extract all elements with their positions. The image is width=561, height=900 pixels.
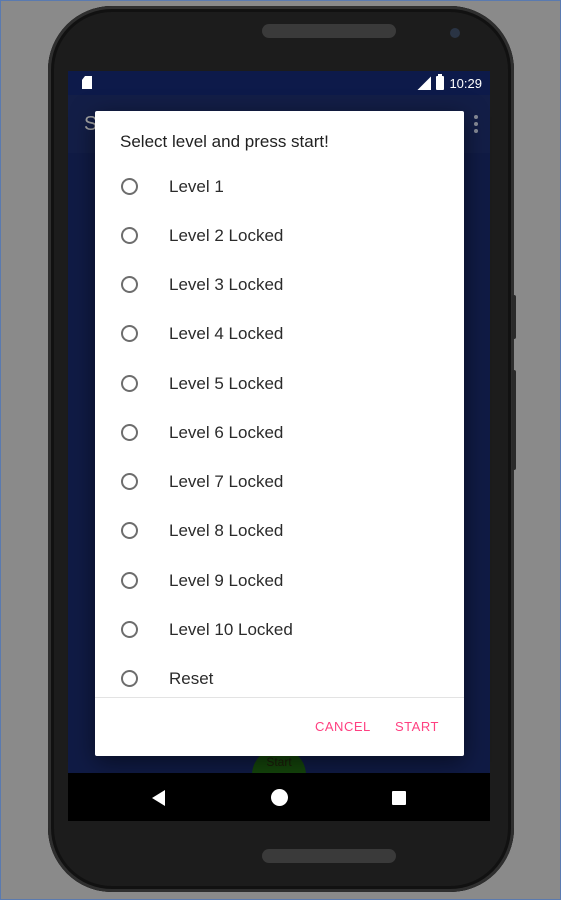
radio-option[interactable]: Level 1 xyxy=(95,163,464,212)
radio-option[interactable]: Level 8 Locked xyxy=(95,507,464,556)
radio-button[interactable] xyxy=(121,473,138,490)
radio-option[interactable]: Reset xyxy=(95,655,464,697)
radio-button[interactable] xyxy=(121,375,138,392)
option-label: Level 8 Locked xyxy=(169,521,284,540)
battery-icon xyxy=(436,74,445,90)
radio-button[interactable] xyxy=(121,670,138,687)
radio-option[interactable]: Level 4 Locked xyxy=(95,310,464,359)
start-button[interactable]: START xyxy=(395,719,439,734)
dialog-title: Select level and press start! xyxy=(120,132,329,151)
radio-button[interactable] xyxy=(121,572,138,589)
radio-button[interactable] xyxy=(121,178,138,195)
radio-option[interactable]: Level 10 Locked xyxy=(95,606,464,655)
front-camera xyxy=(450,28,460,38)
radio-button[interactable] xyxy=(121,621,138,638)
radio-button[interactable] xyxy=(121,227,138,244)
option-label: Level 5 Locked xyxy=(169,374,284,393)
option-label: Level 9 Locked xyxy=(169,571,284,590)
radio-option[interactable]: Level 3 Locked xyxy=(95,261,464,310)
option-label: Level 3 Locked xyxy=(169,275,284,294)
power-button[interactable] xyxy=(512,295,516,339)
radio-button[interactable] xyxy=(121,325,138,342)
back-icon[interactable] xyxy=(152,790,165,806)
option-label: Level 7 Locked xyxy=(169,472,284,491)
status-icons: 4G 10:29 xyxy=(417,71,482,95)
status-bar: 4G 10:29 xyxy=(68,71,490,95)
radio-option[interactable]: Level 6 Locked xyxy=(95,409,464,458)
option-label: Reset xyxy=(169,669,214,688)
option-label: Level 10 Locked xyxy=(169,620,293,639)
top-speaker xyxy=(262,24,396,38)
network-type: 4G xyxy=(415,73,425,80)
level-option-list[interactable]: Level 1 Level 2 Locked Level 3 Locked Le… xyxy=(95,163,464,697)
volume-rocker[interactable] xyxy=(512,370,516,470)
navigation-bar xyxy=(68,773,490,821)
radio-button[interactable] xyxy=(121,424,138,441)
radio-option[interactable]: Level 5 Locked xyxy=(95,360,464,409)
level-select-dialog: Select level and press start! Level 1 Le… xyxy=(95,111,464,756)
cancel-button[interactable]: CANCEL xyxy=(315,719,371,734)
recents-icon[interactable] xyxy=(392,791,406,805)
option-label: Level 4 Locked xyxy=(169,324,284,343)
option-label: Level 2 Locked xyxy=(169,226,284,245)
radio-button[interactable] xyxy=(121,522,138,539)
radio-button[interactable] xyxy=(121,276,138,293)
option-label: Level 6 Locked xyxy=(169,423,284,442)
option-label: Level 1 xyxy=(169,177,224,196)
radio-option[interactable]: Level 2 Locked xyxy=(95,212,464,261)
dialog-divider xyxy=(95,697,464,698)
home-icon[interactable] xyxy=(271,789,288,806)
signal-icon: 4G xyxy=(415,73,432,90)
clock: 10:29 xyxy=(449,75,482,91)
radio-option[interactable]: Level 9 Locked xyxy=(95,557,464,606)
radio-option[interactable]: Level 7 Locked xyxy=(95,458,464,507)
sim-icon xyxy=(82,76,92,89)
bottom-speaker xyxy=(262,849,396,863)
